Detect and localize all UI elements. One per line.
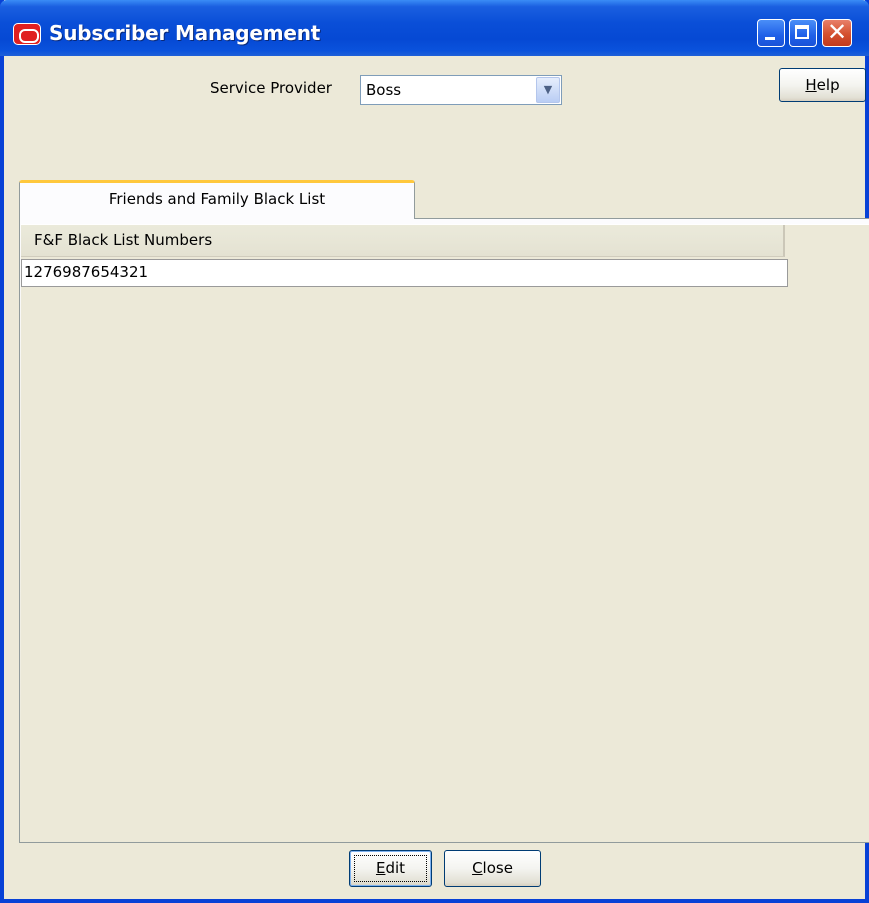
tab-friends-family-black-list[interactable]: Friends and Family Black List (19, 180, 415, 219)
help-mnemonic: H (805, 76, 817, 94)
close-mnemonic: C (472, 859, 483, 877)
chevron-down-icon[interactable]: ▼ (536, 77, 560, 103)
subscriber-management-window: Subscriber Management ✕ Service Provider… (0, 0, 869, 903)
maximize-icon (795, 25, 809, 39)
table-cell-number: 1276987654321 (24, 263, 149, 281)
service-provider-value: Boss (366, 81, 402, 99)
minimize-icon (765, 37, 775, 40)
focus-ring (354, 855, 427, 882)
close-icon: ✕ (826, 18, 848, 46)
black-list-table: F&F Black List Numbers 1276987654321 (21, 224, 869, 841)
service-provider-label: Service Provider (210, 79, 332, 97)
service-provider-select[interactable]: Boss ▼ (360, 75, 562, 105)
maximize-button[interactable] (789, 19, 817, 47)
close-button[interactable]: Close (444, 850, 541, 887)
help-label-rest: elp (816, 76, 840, 94)
minimize-button[interactable] (757, 19, 785, 47)
table-row[interactable]: 1276987654321 (21, 259, 788, 287)
close-label-rest: lose (482, 859, 513, 877)
close-window-button[interactable]: ✕ (822, 18, 852, 47)
edit-button[interactable]: Edit (349, 850, 432, 887)
window-title: Subscriber Management (49, 21, 321, 45)
column-header-label: F&F Black List Numbers (34, 231, 213, 249)
column-header-ff-black-list-numbers[interactable]: F&F Black List Numbers (21, 225, 785, 257)
help-button[interactable]: Help (779, 68, 866, 102)
oracle-app-icon (13, 23, 41, 45)
title-bar[interactable]: Subscriber Management ✕ (0, 0, 869, 56)
